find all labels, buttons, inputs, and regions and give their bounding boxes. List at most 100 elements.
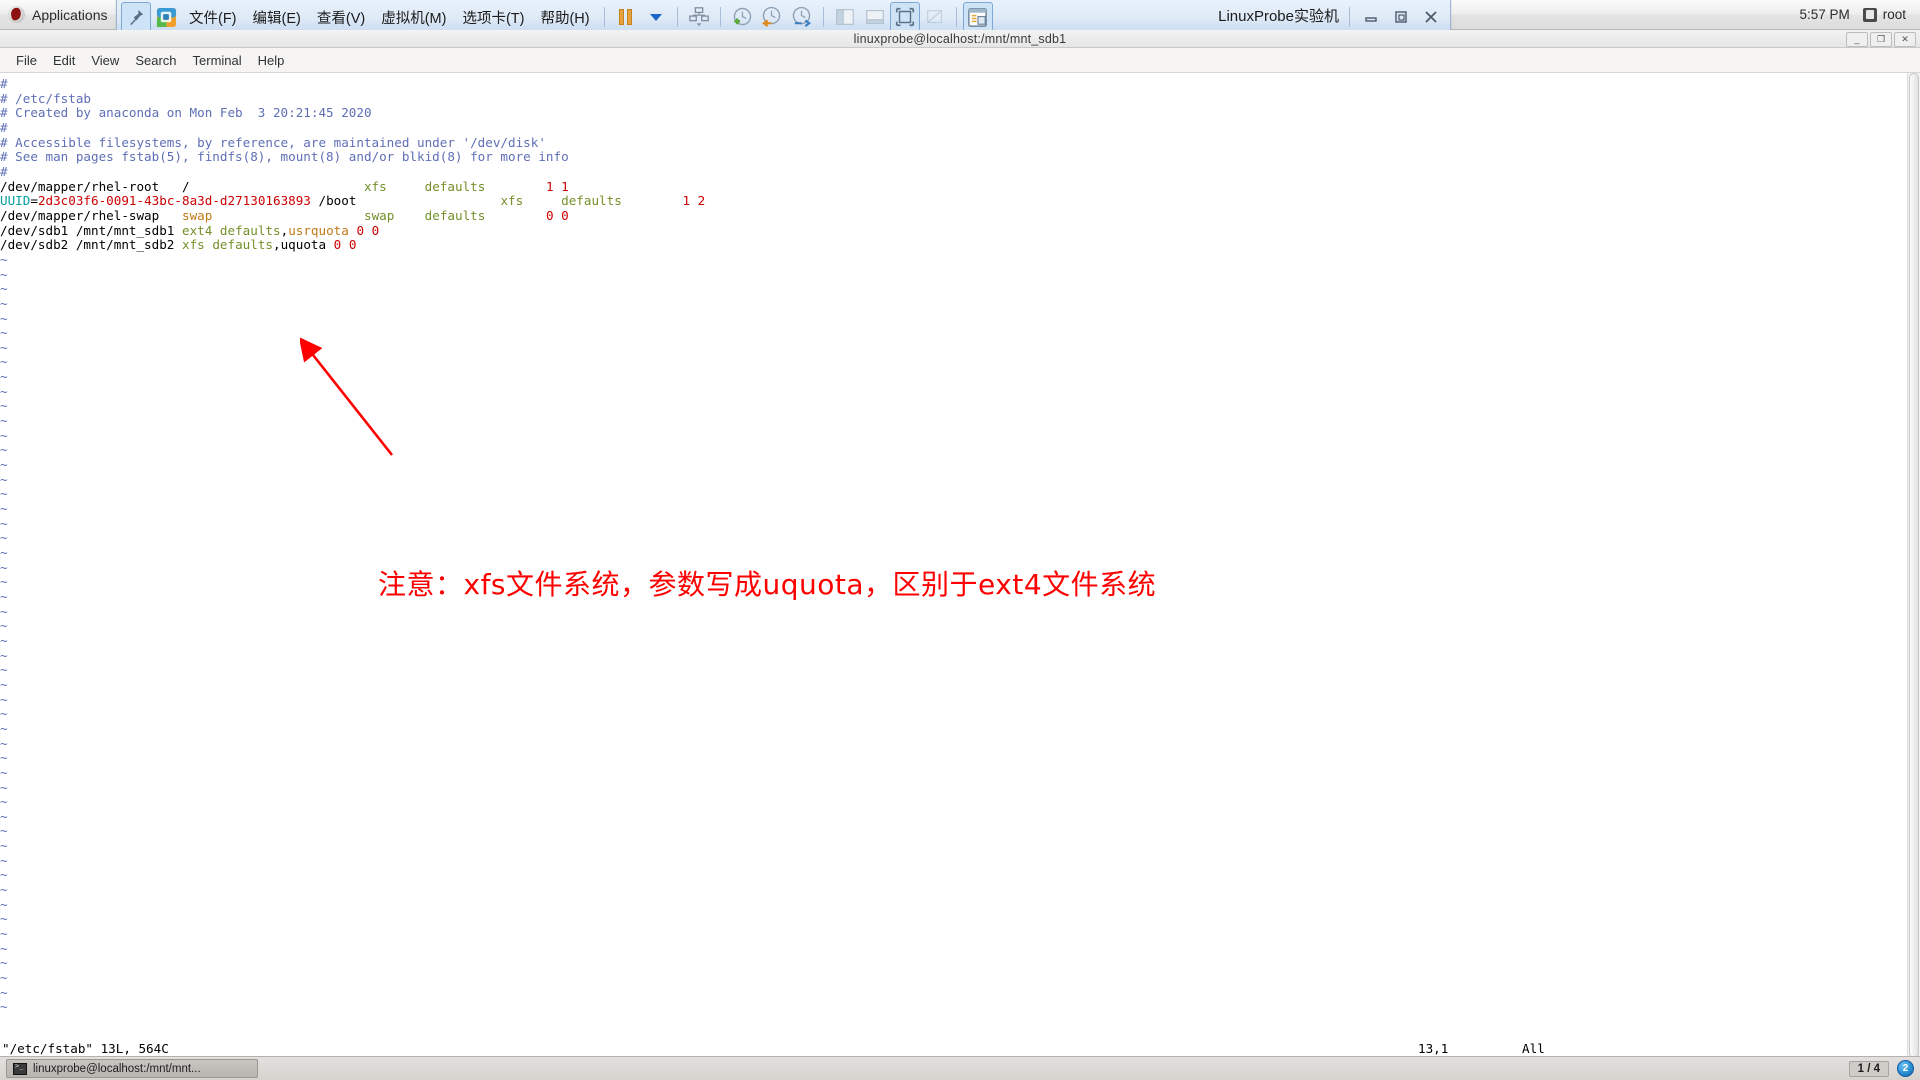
terminal-close-button[interactable]: ✕ — [1894, 31, 1916, 47]
vim-empty-line-marker: ~ — [0, 750, 8, 766]
vmware-app-icon-button[interactable] — [151, 2, 181, 32]
menu-help[interactable]: 帮助(H) — [532, 7, 597, 28]
vim-token — [212, 223, 220, 238]
terminal-menu-terminal[interactable]: Terminal — [185, 51, 250, 70]
vim-line: /dev/sdb2 /mnt/mnt_sdb2 xfs defaults,uqu… — [0, 237, 705, 253]
vim-empty-line-marker: ~ — [0, 882, 8, 898]
vmware-logo-icon — [156, 7, 176, 27]
vmware-minimize-button[interactable] — [1356, 4, 1386, 30]
menu-vm[interactable]: 虚拟机(M) — [373, 7, 454, 28]
terminal-minimize-button[interactable]: _ — [1846, 31, 1868, 47]
manage-snapshots-button[interactable] — [684, 2, 714, 32]
terminal-menu-search[interactable]: Search — [127, 51, 184, 70]
power-dropdown-button[interactable] — [641, 2, 671, 32]
enter-fullscreen-button[interactable] — [889, 2, 920, 32]
panel-user-menu[interactable]: root — [1862, 7, 1906, 22]
vim-token: # See man pages fstab(5), findfs(8), mou… — [0, 149, 569, 165]
workspace-switcher[interactable]: 1 / 4 — [1848, 1060, 1889, 1077]
vim-token: # Accessible filesystems, by reference, … — [0, 134, 546, 150]
vim-empty-line-marker: ~ — [0, 838, 8, 854]
toolbar-separator-4 — [822, 7, 824, 27]
menu-edit[interactable]: 编辑(E) — [245, 7, 309, 28]
vim-empty-line-marker: ~ — [0, 911, 8, 927]
show-thumbnail-bar-button[interactable] — [860, 2, 890, 32]
panel-clock[interactable]: 5:57 PM — [1799, 7, 1849, 22]
terminal-menu-edit[interactable]: Edit — [45, 51, 83, 70]
restore-icon — [1395, 11, 1407, 23]
vim-empty-line-marker: ~ — [0, 706, 8, 722]
vim-empty-line-marker: ~ — [0, 486, 8, 502]
menu-file[interactable]: 文件(F) — [181, 7, 245, 28]
terminal-scrollbar-thumb[interactable] — [1909, 73, 1919, 1058]
vim-empty-line-marker: ~ — [0, 984, 8, 1000]
vim-token: /boot — [310, 193, 501, 209]
terminal-menu-view[interactable]: View — [83, 51, 127, 70]
taskbar-window-label: linuxprobe@localhost:/mnt/mnt... — [33, 1062, 201, 1075]
vim-empty-line-marker: ~ — [0, 794, 8, 810]
vim-token: xfs — [500, 193, 524, 209]
vim-empty-line-marker: ~ — [0, 325, 8, 341]
vim-empty-line-marker: ~ — [0, 310, 8, 326]
revert-snapshot-button[interactable] — [757, 2, 787, 32]
vim-empty-line-marker: ~ — [0, 720, 8, 736]
notification-badge[interactable]: 2 — [1897, 1060, 1914, 1077]
vim-token: ,uquota — [273, 237, 334, 253]
show-library-button[interactable] — [830, 2, 860, 32]
vim-empty-line-marker: ~ — [0, 295, 8, 311]
menu-view-label: 查看(V) — [316, 10, 366, 27]
snapshot-manager-icon — [688, 7, 709, 27]
applications-menu-label: Applications — [32, 6, 108, 23]
vim-empty-line-marker: ~ — [0, 471, 8, 487]
vim-token: 0 0 — [356, 222, 380, 238]
vim-line: /dev/mapper/rhel-root / xfs defaults 1 1 — [0, 179, 705, 195]
library-panel-icon — [835, 9, 854, 25]
vim-token: 0 0 — [333, 237, 357, 253]
toolbar-separator-5 — [955, 7, 957, 27]
vim-line: # See man pages fstab(5), findfs(8), mou… — [0, 149, 705, 165]
vim-line: # — [0, 76, 705, 92]
menu-file-label: 文件(F) — [189, 10, 237, 27]
vim-empty-line-marker: ~ — [0, 603, 8, 619]
vim-empty-line-marker: ~ — [0, 413, 8, 429]
vim-empty-line-marker: ~ — [0, 764, 8, 780]
vim-token — [485, 179, 546, 194]
terminal-screen[interactable]: # # /etc/fstab # Created by anaconda on Mo… — [0, 73, 1920, 1058]
vim-token — [622, 193, 683, 208]
unity-mode-button[interactable] — [920, 2, 950, 32]
terminal-scrollbar[interactable] — [1907, 73, 1920, 1058]
vim-line: # — [0, 120, 705, 136]
suspend-button[interactable] — [611, 2, 641, 32]
menu-edit-label: 编辑(E) — [252, 10, 301, 27]
toolbar-separator-2 — [676, 7, 678, 27]
taskbar-window-terminal[interactable]: linuxprobe@localhost:/mnt/mnt... — [6, 1059, 258, 1078]
toolbar-separator-1 — [603, 7, 605, 27]
vim-token — [523, 193, 561, 208]
terminal-menu-help[interactable]: Help — [250, 51, 293, 70]
snapshot-forward-button[interactable] — [787, 2, 817, 32]
unity-pin-button[interactable] — [121, 2, 151, 32]
vmware-window-title: LinuxProbe实验机 — [1218, 8, 1339, 25]
taskbar-status-area: 1 / 4 2 — [1848, 1060, 1920, 1077]
console-view-button[interactable] — [962, 2, 993, 32]
vim-buffer[interactable]: # # /etc/fstab # Created by anaconda on Mo… — [0, 76, 705, 1015]
terminal-window-controls: _ ❐ ✕ — [1846, 30, 1916, 48]
terminal-icon — [13, 1062, 27, 1075]
applications-menu[interactable]: Applications — [0, 0, 118, 30]
terminal-menu-file[interactable]: File — [8, 51, 45, 70]
vim-token: /dev/sdb1 /mnt/mnt_sdb1 — [0, 222, 182, 238]
vim-empty-line-marker: ~ — [0, 442, 8, 458]
vim-empty-line-marker: ~ — [0, 632, 8, 648]
menu-view[interactable]: 查看(V) — [309, 7, 373, 28]
vmware-restore-button[interactable] — [1386, 4, 1416, 30]
vim-token: # /etc/fstab — [0, 90, 91, 106]
take-snapshot-button[interactable] — [727, 2, 757, 32]
vim-token: 2d3c03f6-0091-43bc-8a3d-d27130163893 — [37, 193, 311, 209]
vim-empty-line-marker: ~ — [0, 251, 8, 267]
panel-status-area: 5:57 PM root — [1799, 7, 1920, 22]
vim-empty-line-marker: ~ — [0, 867, 8, 883]
vim-token: defaults — [561, 193, 622, 209]
vmware-close-button[interactable] — [1416, 4, 1446, 30]
terminal-maximize-button[interactable]: ❐ — [1870, 31, 1892, 47]
vim-empty-line-marker: ~ — [0, 281, 8, 297]
menu-tabs[interactable]: 选项卡(T) — [454, 7, 532, 28]
